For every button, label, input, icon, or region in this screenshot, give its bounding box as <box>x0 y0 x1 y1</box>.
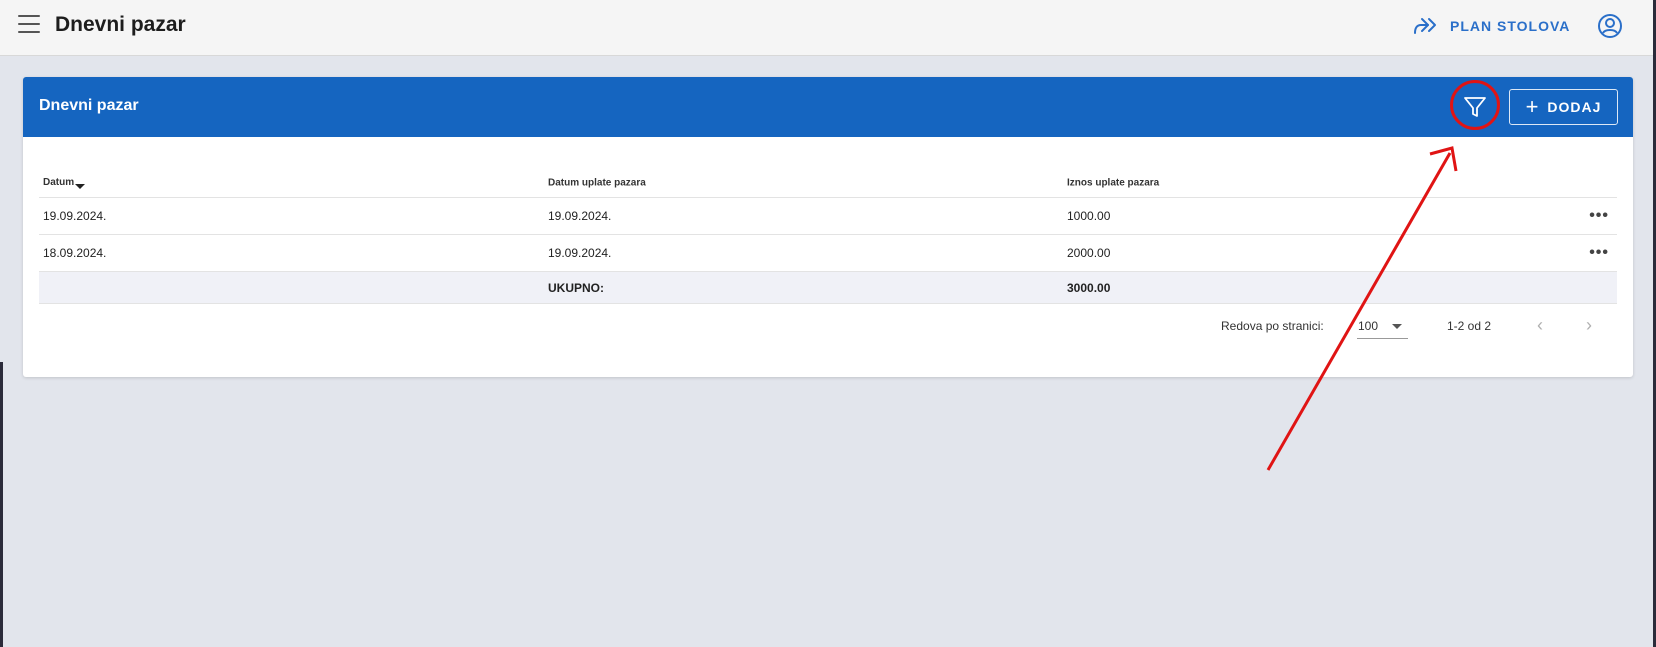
plan-stolova-button[interactable]: PLAN STOLOVA <box>1412 11 1570 41</box>
card-header: Dnevni pazar + DODAJ <box>23 77 1633 137</box>
add-button-label: DODAJ <box>1547 99 1602 115</box>
card-title: Dnevni pazar <box>39 97 139 114</box>
column-header-iznos[interactable]: Iznos uplate pazara <box>1067 177 1159 188</box>
total-value: 3000.00 <box>1067 280 1111 295</box>
window-edge-left <box>0 362 3 647</box>
chevron-left-icon[interactable]: ‹ <box>1537 315 1543 336</box>
rows-per-page-value: 100 <box>1358 319 1379 333</box>
page-title: Dnevni pazar <box>55 13 186 36</box>
column-header-datum[interactable]: Datum <box>43 177 86 189</box>
plan-stolova-label: PLAN STOLOVA <box>1450 18 1571 34</box>
add-button[interactable]: + DODAJ <box>1509 89 1618 125</box>
pagination-range: 1-2 od 2 <box>1447 319 1492 333</box>
rows-per-page-select[interactable]: 100 <box>1357 313 1408 339</box>
daily-revenue-table: Datum Datum uplate pazara Iznos uplate p… <box>39 168 1617 304</box>
cell-datum: 19.09.2024. <box>43 209 107 223</box>
daily-revenue-card: Dnevni pazar + DODAJ Datum Datum uplate … <box>23 77 1633 377</box>
column-header-datum-uplate[interactable]: Datum uplate pazara <box>548 177 646 188</box>
plus-icon: + <box>1525 94 1539 119</box>
cell-datum-uplate: 19.09.2024. <box>548 246 612 260</box>
user-circle-icon[interactable] <box>1597 13 1623 39</box>
cell-datum: 18.09.2024. <box>43 246 107 260</box>
table-header-row: Datum Datum uplate pazara Iznos uplate p… <box>39 168 1617 198</box>
total-label: UKUPNO: <box>548 280 604 295</box>
menu-icon[interactable] <box>18 15 40 35</box>
chevron-down-icon <box>1392 324 1402 329</box>
more-horizontal-icon[interactable]: ••• <box>1589 244 1609 262</box>
more-horizontal-icon[interactable]: ••• <box>1589 207 1609 225</box>
top-app-bar: Dnevni pazar PLAN STOLOVA <box>0 0 1656 56</box>
table-pagination: Redova po stranici: 100 1-2 od 2 ‹ › <box>23 311 1633 341</box>
table-total-row: UKUPNO: 3000.00 <box>39 272 1617 304</box>
sort-down-icon <box>75 183 86 189</box>
forward-arrows-icon <box>1414 18 1436 34</box>
cell-iznos: 1000.00 <box>1067 209 1111 223</box>
rows-per-page-label: Redova po stranici: <box>1221 319 1324 333</box>
annotation-circle <box>1450 80 1500 130</box>
table-row[interactable]: 18.09.2024. 19.09.2024. 2000.00 ••• <box>39 235 1617 272</box>
table-row[interactable]: 19.09.2024. 19.09.2024. 1000.00 ••• <box>39 198 1617 235</box>
cell-iznos: 2000.00 <box>1067 246 1111 260</box>
cell-datum-uplate: 19.09.2024. <box>548 209 612 223</box>
chevron-right-icon[interactable]: › <box>1586 315 1592 336</box>
